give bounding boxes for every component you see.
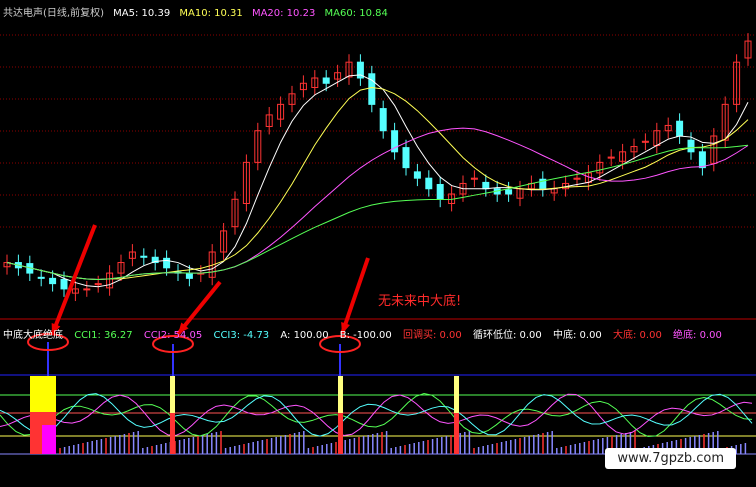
header: 共达电声(日线,前复权) MA5: 10.39 MA10: 10.31 MA20… xyxy=(3,4,394,19)
ma60-label: MA60: 10.84 xyxy=(324,8,388,19)
abs-bottom-label: 绝底: 0.00 xyxy=(673,330,722,341)
candle xyxy=(60,278,68,290)
ma10-line xyxy=(6,86,749,281)
ma60-line xyxy=(6,144,749,281)
stock-chart xyxy=(0,33,756,455)
candle xyxy=(49,277,57,285)
candle xyxy=(83,288,91,291)
ma5-label: MA5: 10.39 xyxy=(113,8,171,19)
candle xyxy=(185,272,193,279)
candle xyxy=(37,276,45,279)
cycle-low-label: 循环低位: 0.00 xyxy=(472,330,542,341)
cci3-label: CCI3: -4.73 xyxy=(213,330,270,341)
cci2-label: CCI2: 54.05 xyxy=(143,330,203,341)
abs-bottom-bar xyxy=(42,425,56,454)
indicator-title: 中底大底绝底 xyxy=(3,330,63,341)
ma20-label: MA20: 10.23 xyxy=(251,8,316,19)
callback-buy-label: 回调买: 0.00 xyxy=(402,330,462,341)
candle xyxy=(698,151,706,169)
candle xyxy=(379,108,387,132)
candle xyxy=(163,257,171,269)
candle xyxy=(505,189,513,195)
ma5-line xyxy=(6,74,749,288)
watermark: www.7gpzb.com xyxy=(605,448,736,469)
candle xyxy=(140,255,148,258)
cci-line xyxy=(0,393,753,438)
mid-bottom-label: 中底: 0.00 xyxy=(552,330,602,341)
candle xyxy=(322,77,330,84)
candle xyxy=(436,184,444,200)
signal-bar xyxy=(454,413,459,454)
indicator-header: 中底大底绝底 CCI1: 36.27 CCI2: 54.05 CCI3: -4.… xyxy=(3,326,730,341)
signal-bar xyxy=(170,413,175,454)
annotation-text: 无未来中大底! xyxy=(378,294,462,309)
candle xyxy=(368,73,376,105)
big-bottom-label: 大底: 0.00 xyxy=(613,330,662,341)
candle xyxy=(413,171,421,179)
arrow-shaft xyxy=(340,257,370,335)
candle xyxy=(425,177,433,190)
candle xyxy=(402,147,410,169)
candle xyxy=(482,181,490,190)
a-label: A: 100.00 xyxy=(280,330,329,341)
b-label: B: -100.00 xyxy=(339,330,392,341)
candle xyxy=(687,139,695,153)
candle xyxy=(676,120,684,137)
signal-bar xyxy=(338,413,343,454)
ma10-label: MA10: 10.31 xyxy=(179,8,243,19)
chart-title: 共达电声(日线,前复权) xyxy=(3,8,104,19)
cci1-label: CCI1: 36.27 xyxy=(74,330,133,341)
